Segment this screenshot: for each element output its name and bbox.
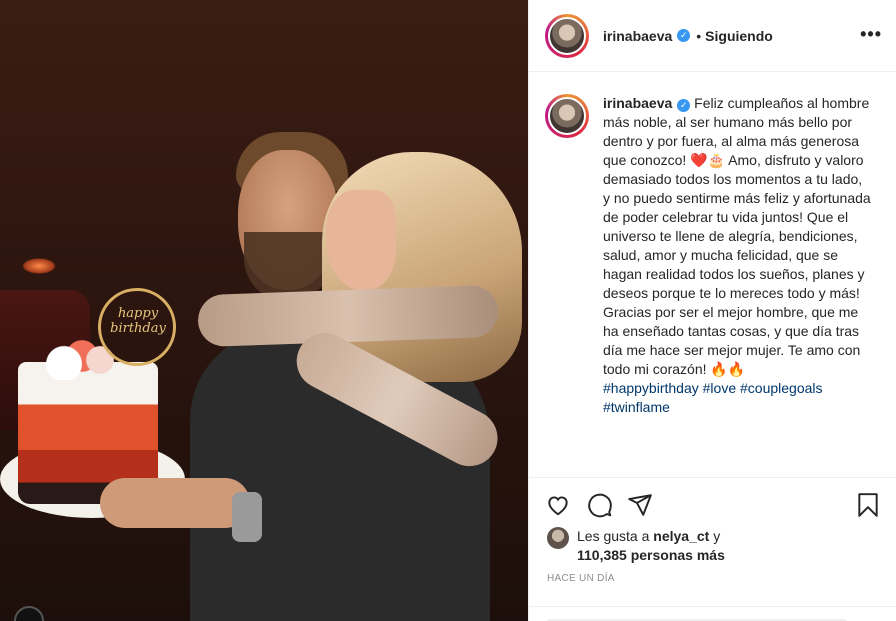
tag-indicator-icon[interactable] [14, 606, 44, 621]
caption-text-block: irinabaeva ✓ Feliz cumpleaños al hombre m… [603, 94, 871, 477]
verified-badge-icon: ✓ [677, 29, 691, 42]
caption-body: Feliz cumpleaños al hombre más noble, al… [603, 95, 871, 377]
likes-prefix: Les gusta a [577, 528, 654, 544]
post-photo[interactable]: happy birthday [0, 0, 528, 621]
caption-avatar[interactable] [545, 94, 589, 138]
liker-avatar[interactable] [547, 527, 569, 549]
avatar-image [548, 97, 586, 135]
avatar-image [548, 16, 586, 55]
hashtag-link[interactable]: #twinflame [603, 399, 670, 415]
action-bar [529, 477, 896, 529]
woman-face [326, 190, 396, 290]
caption: irinabaeva ✓ Feliz cumpleaños al hombre m… [529, 72, 896, 477]
post-timestamp[interactable]: HACE UN DÍA [547, 573, 615, 584]
man-hand [100, 478, 250, 528]
wrist-watch [232, 492, 262, 542]
post-side-panel: irinabaeva ✓ • Siguiendo ••• irinabaeva ✓… [528, 0, 896, 621]
header-avatar[interactable] [545, 13, 589, 58]
hashtag-link[interactable]: #love [703, 380, 736, 396]
more-options-icon[interactable]: ••• [860, 24, 882, 45]
likes-text: Les gusta a nelya_ct y 110,385 personas … [577, 527, 725, 565]
cake-topper-text: happy birthday [110, 306, 166, 336]
likes-middle: y [709, 528, 721, 544]
instagram-post: happy birthday irinabaeva ✓ • Siguiendo … [0, 0, 896, 621]
share-icon[interactable] [627, 492, 653, 518]
verified-badge-icon: ✓ [677, 99, 691, 112]
hashtag-link[interactable]: #couplegoals [740, 380, 823, 396]
bookmark-icon[interactable] [855, 492, 881, 518]
wall-lamp [22, 258, 56, 274]
hashtag-list: #happybirthday #love #couplegoals #twinf… [603, 379, 871, 417]
liker-username[interactable]: nelya_ct [653, 528, 709, 544]
hashtag-link[interactable]: #happybirthday [603, 380, 699, 396]
post-header: irinabaeva ✓ • Siguiendo ••• [529, 0, 896, 72]
likes-summary: Les gusta a nelya_ct y 110,385 personas … [547, 527, 725, 565]
comment-input-area[interactable] [529, 606, 896, 621]
likes-count[interactable]: 110,385 personas más [577, 547, 725, 563]
caption-username[interactable]: irinabaeva [603, 95, 672, 111]
heart-icon[interactable] [545, 492, 571, 518]
separator-dot: • [696, 27, 702, 44]
woman-arm [197, 284, 499, 348]
following-button[interactable]: Siguiendo [705, 28, 773, 44]
comment-icon[interactable] [587, 492, 613, 518]
header-username[interactable]: irinabaeva [603, 28, 672, 44]
